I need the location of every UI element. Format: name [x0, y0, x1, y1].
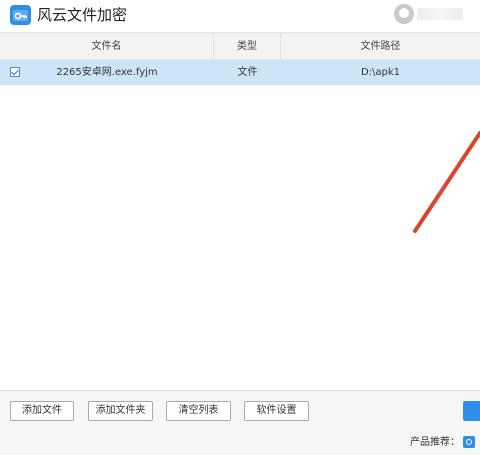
software-settings-button[interactable]: 软件设置	[244, 401, 309, 421]
add-folder-button[interactable]: 添加文件夹	[88, 401, 153, 421]
cell-path: D:\apk1	[360, 67, 401, 78]
table-row[interactable]: 2265安卓网.exe.fyjm 文件 D:\apk1	[0, 60, 480, 85]
user-avatar[interactable]	[394, 4, 414, 24]
annotation-arrow	[413, 131, 480, 233]
column-header-filename[interactable]: 文件名	[0, 33, 214, 60]
cell-filename: 2265安卓网.exe.fyjm	[56, 67, 158, 78]
column-header-type[interactable]: 类型	[214, 33, 281, 60]
title-bar: 风云文件加密	[0, 0, 480, 32]
user-name-blurred[interactable]	[417, 8, 463, 20]
clear-list-button[interactable]: 清空列表	[166, 401, 231, 421]
key-folder-icon	[10, 5, 31, 25]
add-file-button[interactable]: 添加文件	[10, 401, 74, 421]
file-table-header: 文件名 类型 文件路径	[0, 32, 480, 60]
primary-action-button[interactable]	[463, 401, 480, 421]
status-footer: 产品推荐：	[0, 430, 480, 455]
recommended-app-icon[interactable]	[463, 436, 475, 448]
file-list-area[interactable]	[0, 85, 480, 390]
product-recommend-label: 产品推荐：	[410, 437, 460, 448]
bottom-toolbar: 添加文件 添加文件夹 清空列表 软件设置	[0, 390, 480, 430]
cell-type: 文件	[237, 67, 258, 78]
column-header-path[interactable]: 文件路径	[281, 33, 480, 60]
app-title: 风云文件加密	[37, 6, 128, 24]
